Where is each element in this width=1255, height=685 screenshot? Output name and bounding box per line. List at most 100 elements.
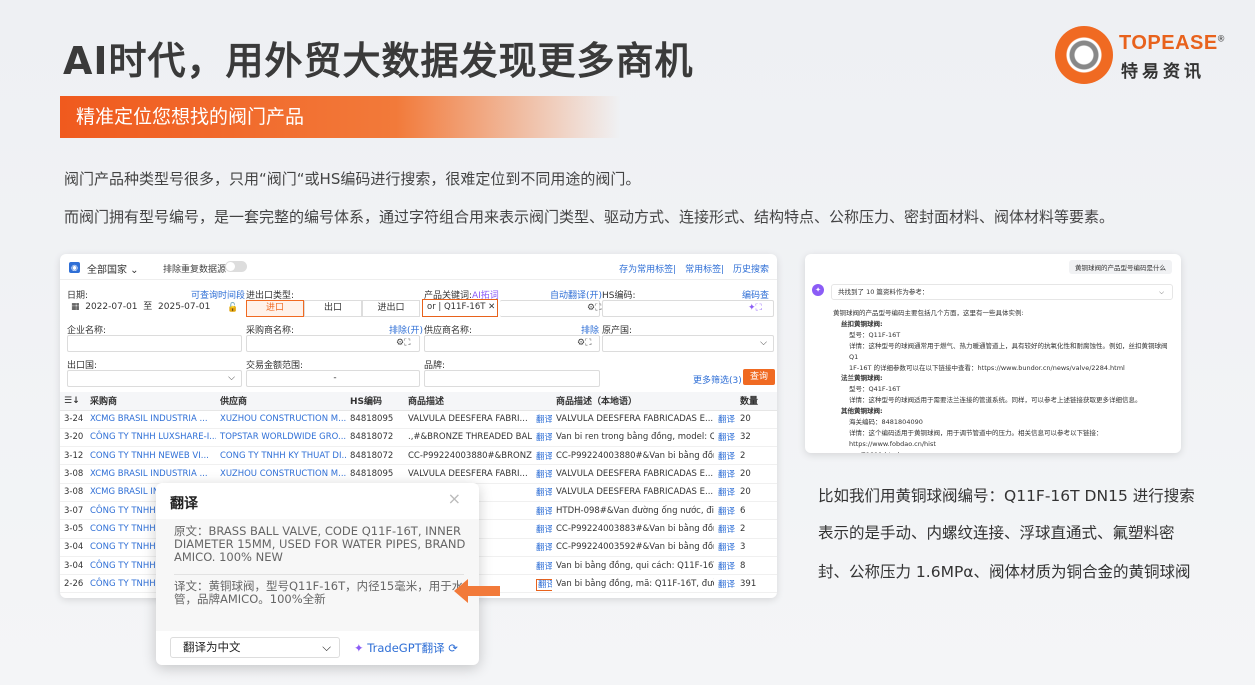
topease-logo: TOPEASE® 特易资讯 bbox=[1055, 26, 1225, 86]
intro-paragraph-2: 而阀门拥有型号编号，是一套完整的编号体系，通过字符组合用来表示阀门类型、驱动方式… bbox=[64, 208, 1115, 226]
dedupe-toggle[interactable] bbox=[225, 261, 247, 272]
cell-desc-translate[interactable]: 翻译 bbox=[532, 483, 552, 502]
cell-local-translate[interactable]: 翻译 bbox=[714, 538, 736, 557]
keyword-input-ext[interactable] bbox=[500, 300, 600, 317]
chevron-down-icon: ⌵ bbox=[760, 338, 767, 348]
history-link[interactable]: 历史搜索 bbox=[733, 265, 769, 275]
common-tag-link[interactable]: 常用标签 bbox=[685, 265, 721, 275]
cell-buyer[interactable]: XCMG BRASIL INDUSTRIA ... bbox=[86, 464, 216, 484]
amount-range[interactable]: - bbox=[246, 370, 420, 387]
cell-local-translate[interactable]: 翻译 bbox=[714, 574, 736, 594]
col-supplier: 供应商 bbox=[216, 392, 346, 411]
save-tag-link[interactable]: 存为常用标签 bbox=[619, 265, 673, 275]
tradegpt-translate-button[interactable]: ✦ TradeGPT翻译 ⟳ bbox=[354, 640, 458, 656]
desc-line-3: 封、公称压力 1.6MPα、阀体材质为铜合金的黄铜球阀 bbox=[818, 563, 1191, 581]
chevron-down-icon: ⌵ bbox=[322, 640, 331, 654]
cell-desc: .,#&BRONZE THREADED BAL... bbox=[404, 428, 532, 448]
references-label: 共找到了 10 篇资料作为参考： bbox=[838, 288, 929, 296]
cell-local-translate[interactable]: 翻译 bbox=[714, 483, 736, 502]
buyer-input[interactable] bbox=[246, 335, 420, 352]
cell-local-translate[interactable]: 翻译 bbox=[714, 428, 736, 448]
cell-desc-local: CC-P99224003883#&Van bi bằng đồng ... bbox=[552, 519, 714, 539]
table-row[interactable]: 3-08 XCMG BRASIL INDUSTRIA ... XUZHOU CONS… bbox=[60, 464, 777, 484]
cell-supplier[interactable]: TOPSTAR WORLDWIDE GRO... bbox=[216, 428, 346, 448]
country-select[interactable]: 全部国家 ⌄ bbox=[87, 261, 139, 276]
cell-desc-translate[interactable]: 翻译 bbox=[532, 410, 552, 429]
cell-desc-translate[interactable]: 翻译 bbox=[532, 464, 552, 484]
cell-local-translate[interactable]: 翻译 bbox=[714, 464, 736, 484]
trade-type-both[interactable]: 进出口 bbox=[362, 300, 420, 317]
cell-supplier[interactable]: XUZHOU CONSTRUCTION M... bbox=[216, 464, 346, 484]
cell-desc-translate[interactable]: 翻译 bbox=[532, 574, 552, 594]
cell-desc-translate[interactable]: 翻译 bbox=[532, 519, 552, 539]
answer-line: ory/71811.html bbox=[833, 450, 1175, 453]
cell-qty: 2 bbox=[736, 519, 777, 539]
expand-icon[interactable]: ⚙⛶ bbox=[587, 303, 601, 313]
col-buyer: 采购商 bbox=[86, 392, 216, 411]
cell-supplier[interactable]: CONG TY TNHH KY THUAT DI... bbox=[216, 446, 346, 466]
keyword-input[interactable]: or | Q11F-16T ✕ bbox=[422, 299, 498, 317]
cell-hs: 84818095 bbox=[346, 464, 404, 484]
more-filter-link[interactable]: 更多筛选(3) bbox=[693, 373, 742, 386]
cell-desc-local: HTDH-098#&Van đường ống nước, điều... bbox=[552, 501, 714, 521]
supplier-input[interactable] bbox=[424, 335, 600, 352]
col-desc-local: 商品描述（本地语） bbox=[552, 392, 714, 411]
supplier-expand-icon[interactable]: ⚙⛶ bbox=[577, 338, 591, 348]
table-header: ☰↓ 采购商 供应商 HS编码 商品描述 商品描述（本地语） 数量 bbox=[60, 392, 777, 411]
cell-desc-local: VALVULA DEESFERA FABRICADAS E... bbox=[552, 483, 714, 502]
table-row[interactable]: 3-20 CÔNG TY TNHH LUXSHARE-I... TOPSTAR WO… bbox=[60, 428, 777, 448]
cell-qty: 2 bbox=[736, 446, 777, 466]
trade-type-export[interactable]: 出口 bbox=[304, 300, 362, 317]
date-range[interactable]: ▦ 2022-07-01 至 2025-07-01 bbox=[67, 300, 242, 317]
cell-desc-translate[interactable]: 翻译 bbox=[532, 501, 552, 521]
company-input[interactable] bbox=[67, 335, 242, 352]
cell-date: 3-12 bbox=[60, 446, 86, 466]
cell-local-translate[interactable]: 翻译 bbox=[714, 556, 736, 576]
divider bbox=[174, 574, 464, 575]
cell-local-translate[interactable]: 翻译 bbox=[714, 446, 736, 466]
export-country-select[interactable]: ⌵ bbox=[67, 370, 242, 387]
original-text: 原文：BRASS BALL VALVE, CODE Q11F-16T, INNE… bbox=[174, 524, 466, 564]
cell-desc-local: Van bi ren trong bằng đồng, model: Q11..… bbox=[552, 428, 714, 448]
table-row[interactable]: 3-24 XCMG BRASIL INDUSTRIA ... XUZHOU CONS… bbox=[60, 410, 777, 429]
cell-local-translate[interactable]: 翻译 bbox=[714, 501, 736, 521]
cell-date: 2-26 bbox=[60, 574, 86, 594]
ai-answer-card: 黄铜球阀的产品型号编码是什么 ✦ 共找到了 10 篇资料作为参考： ⌵ 黄铜球阀的… bbox=[805, 254, 1181, 453]
translate-link-active[interactable]: 翻译 bbox=[536, 578, 552, 591]
cell-buyer[interactable]: CÔNG TY TNHH LUXSHARE-I... bbox=[86, 428, 216, 448]
buyer-expand-icon[interactable]: ⚙⛶ bbox=[396, 338, 410, 348]
cell-desc-translate[interactable]: 翻译 bbox=[532, 446, 552, 466]
cell-desc: VALVULA DEESFERA FABRI... bbox=[404, 410, 532, 429]
logo-ring-icon bbox=[1055, 26, 1113, 84]
chevron-down-icon: ⌵ bbox=[228, 373, 235, 383]
lock-icon[interactable]: 🔓 bbox=[227, 303, 238, 313]
cell-buyer[interactable]: CONG TY TNHH NEWEB VI... bbox=[86, 446, 216, 466]
trade-type-import[interactable]: 进口 bbox=[246, 300, 304, 317]
cell-desc-translate[interactable]: 翻译 bbox=[532, 428, 552, 448]
cell-qty: 20 bbox=[736, 483, 777, 502]
cell-hs: 84818072 bbox=[346, 428, 404, 448]
table-row[interactable]: 3-12 CONG TY TNHH NEWEB VI... CONG TY TNHH… bbox=[60, 446, 777, 466]
close-icon[interactable]: × bbox=[448, 489, 461, 508]
dedupe-label: 排除重复数据源 bbox=[163, 265, 227, 275]
origin-select[interactable]: ⌵ bbox=[602, 335, 774, 352]
answer-line: 型号：Q41F-16T bbox=[849, 385, 901, 394]
brand-input[interactable] bbox=[424, 370, 600, 387]
query-button[interactable]: 查询 bbox=[743, 369, 775, 385]
cell-desc-translate[interactable]: 翻译 bbox=[532, 556, 552, 576]
date-from: 2022-07-01 bbox=[85, 302, 138, 312]
translate-language-select[interactable]: 翻译为中文 ⌵ bbox=[170, 637, 340, 658]
cell-buyer[interactable]: XCMG BRASIL INDUSTRIA ... bbox=[86, 410, 216, 429]
cell-local-translate[interactable]: 翻译 bbox=[714, 519, 736, 539]
cell-supplier[interactable]: XUZHOU CONSTRUCTION M... bbox=[216, 410, 346, 429]
translate-language-value: 翻译为中文 bbox=[183, 640, 241, 654]
cell-desc-translate[interactable]: 翻译 bbox=[532, 538, 552, 557]
cell-hs: 84818072 bbox=[346, 446, 404, 466]
references-dropdown[interactable]: 共找到了 10 篇资料作为参考： ⌵ bbox=[831, 284, 1173, 300]
cell-qty: 20 bbox=[736, 410, 777, 429]
col-sort[interactable]: ☰↓ bbox=[60, 392, 86, 411]
ai-spark-icon[interactable]: ✦⛶ bbox=[748, 303, 762, 313]
refresh-icon: ⟳ bbox=[444, 641, 458, 655]
cell-local-translate[interactable]: 翻译 bbox=[714, 410, 736, 429]
cell-date: 3-24 bbox=[60, 410, 86, 429]
